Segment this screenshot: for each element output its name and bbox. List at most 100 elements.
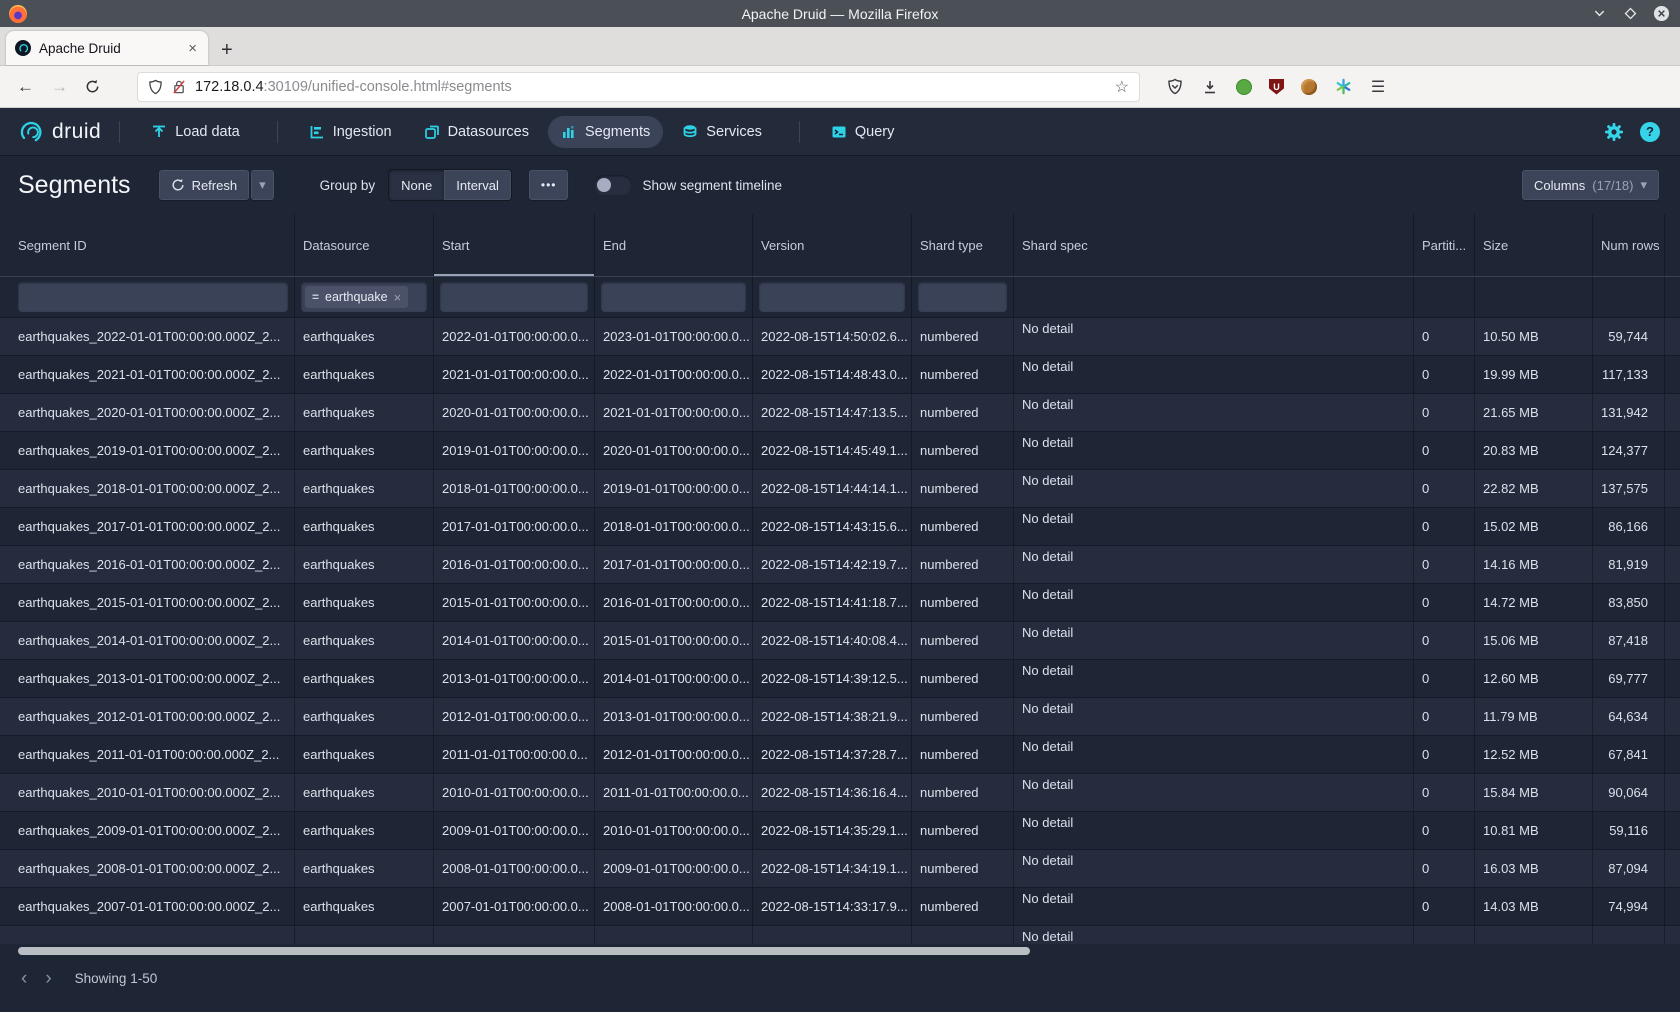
- cell-shard-type: numbered: [912, 888, 1014, 925]
- nav-load-data[interactable]: Load data: [138, 116, 253, 148]
- header-shard-type[interactable]: Shard type: [912, 214, 1014, 276]
- table-row[interactable]: earthquakes_2017-01-01T00:00:00.000Z_2..…: [0, 508, 1680, 546]
- cell-size: 21.65 MB: [1475, 394, 1593, 431]
- tab-close-icon[interactable]: ×: [186, 40, 199, 57]
- segments-icon: [561, 124, 577, 140]
- nav-segments[interactable]: Segments: [548, 116, 663, 148]
- table-row[interactable]: earthquakes_2014-01-01T00:00:00.000Z_2..…: [0, 622, 1680, 660]
- cell-filler: [1665, 926, 1680, 944]
- table-row[interactable]: earthquakes_2010-01-01T00:00:00.000Z_2..…: [0, 774, 1680, 812]
- filter-datasource-input[interactable]: = earthquake ×: [301, 282, 427, 312]
- nav-datasources[interactable]: Datasources: [411, 116, 542, 148]
- nav-query[interactable]: Query: [818, 116, 908, 148]
- nav-ingestion[interactable]: Ingestion: [296, 116, 405, 148]
- tab-apache-druid[interactable]: Apache Druid ×: [6, 31, 208, 65]
- table-body: earthquakes_2022-01-01T00:00:00.000Z_2..…: [0, 318, 1680, 944]
- ublock-origin-icon[interactable]: U: [1269, 79, 1284, 95]
- table-row[interactable]: earthquakes_2022-01-01T00:00:00.000Z_2..…: [0, 318, 1680, 356]
- table-row[interactable]: earthquakes_2011-01-01T00:00:00.000Z_2..…: [0, 736, 1680, 774]
- table-row[interactable]: earthquakes_2013-01-01T00:00:00.000Z_2..…: [0, 660, 1680, 698]
- header-start[interactable]: Start: [434, 214, 595, 276]
- cell-partition: 0: [1414, 812, 1475, 849]
- extension-green-icon[interactable]: [1236, 79, 1252, 95]
- reload-icon[interactable]: [85, 79, 100, 94]
- header-num-rows[interactable]: Num rows: [1593, 214, 1665, 276]
- table-row[interactable]: No detail: [0, 926, 1680, 944]
- remove-filter-icon[interactable]: ×: [394, 290, 402, 305]
- refresh-interval-dropdown[interactable]: ▾: [251, 170, 274, 200]
- group-by-none-button[interactable]: None: [389, 170, 444, 200]
- cell-segment-id: earthquakes_2015-01-01T00:00:00.000Z_2..…: [0, 584, 295, 621]
- table-row[interactable]: earthquakes_2016-01-01T00:00:00.000Z_2..…: [0, 546, 1680, 584]
- table-row[interactable]: earthquakes_2018-01-01T00:00:00.000Z_2..…: [0, 470, 1680, 508]
- cell-version: 2022-08-15T14:47:13.5...: [753, 394, 912, 431]
- cell-datasource: earthquakes: [295, 394, 434, 431]
- refresh-label: Refresh: [192, 178, 238, 193]
- table-row[interactable]: earthquakes_2021-01-01T00:00:00.000Z_2..…: [0, 356, 1680, 394]
- cell-end: 2020-01-01T00:00:00.0...: [595, 432, 753, 469]
- help-icon[interactable]: ?: [1640, 122, 1660, 142]
- cell-segment-id: earthquakes_2016-01-01T00:00:00.000Z_2..…: [0, 546, 295, 583]
- more-options-button[interactable]: •••: [529, 170, 569, 200]
- refresh-button[interactable]: Refresh: [159, 170, 250, 200]
- header-end[interactable]: End: [595, 214, 753, 276]
- forward-icon[interactable]: →: [51, 77, 68, 97]
- table-row[interactable]: earthquakes_2008-01-01T00:00:00.000Z_2..…: [0, 850, 1680, 888]
- maximize-icon[interactable]: [1621, 5, 1639, 23]
- filter-version-input[interactable]: [759, 282, 905, 312]
- url-bar[interactable]: 172.18.0.4:30109/unified-console.html#se…: [137, 72, 1140, 102]
- next-page-button[interactable]: ›: [36, 968, 60, 990]
- window-title: Apache Druid — Mozilla Firefox: [0, 6, 1680, 22]
- datasource-filter-tag[interactable]: = earthquake ×: [305, 286, 408, 308]
- table-row[interactable]: earthquakes_2020-01-01T00:00:00.000Z_2..…: [0, 394, 1680, 432]
- group-by-interval-button[interactable]: Interval: [444, 170, 511, 200]
- table-row[interactable]: earthquakes_2009-01-01T00:00:00.000Z_2..…: [0, 812, 1680, 850]
- cell-end: [595, 926, 753, 944]
- cell-shard-type: numbered: [912, 850, 1014, 887]
- downloads-icon[interactable]: [1201, 78, 1219, 96]
- bookmark-star-icon[interactable]: ☆: [1115, 77, 1129, 97]
- pocket-shield-icon[interactable]: [1166, 78, 1184, 96]
- filter-shard-type-input[interactable]: [918, 282, 1007, 312]
- nav-services[interactable]: Services: [669, 116, 775, 148]
- header-segment-id[interactable]: Segment ID: [0, 214, 295, 276]
- insecure-lock-icon[interactable]: [172, 79, 186, 95]
- filter-start-input[interactable]: [440, 282, 588, 312]
- close-window-icon[interactable]: [1652, 5, 1670, 23]
- header-datasource[interactable]: Datasource: [295, 214, 434, 276]
- prev-page-button[interactable]: ‹: [12, 968, 36, 990]
- back-icon[interactable]: ←: [17, 77, 34, 97]
- shield-icon[interactable]: [148, 79, 163, 95]
- druid-logo[interactable]: druid: [18, 119, 101, 145]
- cell-segment-id: earthquakes_2019-01-01T00:00:00.000Z_2..…: [0, 432, 295, 469]
- scrollbar-thumb[interactable]: [18, 947, 1030, 955]
- new-tab-button[interactable]: +: [221, 40, 233, 60]
- segment-timeline-toggle[interactable]: [594, 175, 632, 195]
- filter-end-input[interactable]: [601, 282, 746, 312]
- table-row[interactable]: earthquakes_2007-01-01T00:00:00.000Z_2..…: [0, 888, 1680, 926]
- cell-partition: 0: [1414, 356, 1475, 393]
- divider: [119, 121, 120, 143]
- settings-gear-icon[interactable]: [1604, 122, 1624, 142]
- cookie-extension-icon[interactable]: [1301, 79, 1317, 95]
- header-shard-spec[interactable]: Shard spec: [1014, 214, 1414, 276]
- hamburger-menu-icon[interactable]: ☰: [1369, 78, 1387, 96]
- table-row[interactable]: earthquakes_2012-01-01T00:00:00.000Z_2..…: [0, 698, 1680, 736]
- cell-shard-spec: No detail: [1014, 432, 1414, 469]
- filter-segment-id-input[interactable]: [18, 282, 288, 312]
- cell-size: 14.03 MB: [1475, 888, 1593, 925]
- table-row[interactable]: earthquakes_2019-01-01T00:00:00.000Z_2..…: [0, 432, 1680, 470]
- header-size[interactable]: Size: [1475, 214, 1593, 276]
- header-partition[interactable]: Partiti...: [1414, 214, 1475, 276]
- cell-version: 2022-08-15T14:39:12.5...: [753, 660, 912, 697]
- cell-partition: 0: [1414, 432, 1475, 469]
- table-row[interactable]: earthquakes_2015-01-01T00:00:00.000Z_2..…: [0, 584, 1680, 622]
- cell-shard-type: numbered: [912, 432, 1014, 469]
- datasources-icon: [424, 124, 440, 140]
- minimize-icon[interactable]: [1590, 5, 1608, 23]
- cell-partition: 0: [1414, 622, 1475, 659]
- pinwheel-extension-icon[interactable]: [1334, 78, 1352, 96]
- header-version[interactable]: Version: [753, 214, 912, 276]
- columns-button[interactable]: Columns (17/18) ▾: [1522, 170, 1659, 200]
- horizontal-scrollbar[interactable]: [0, 944, 1680, 958]
